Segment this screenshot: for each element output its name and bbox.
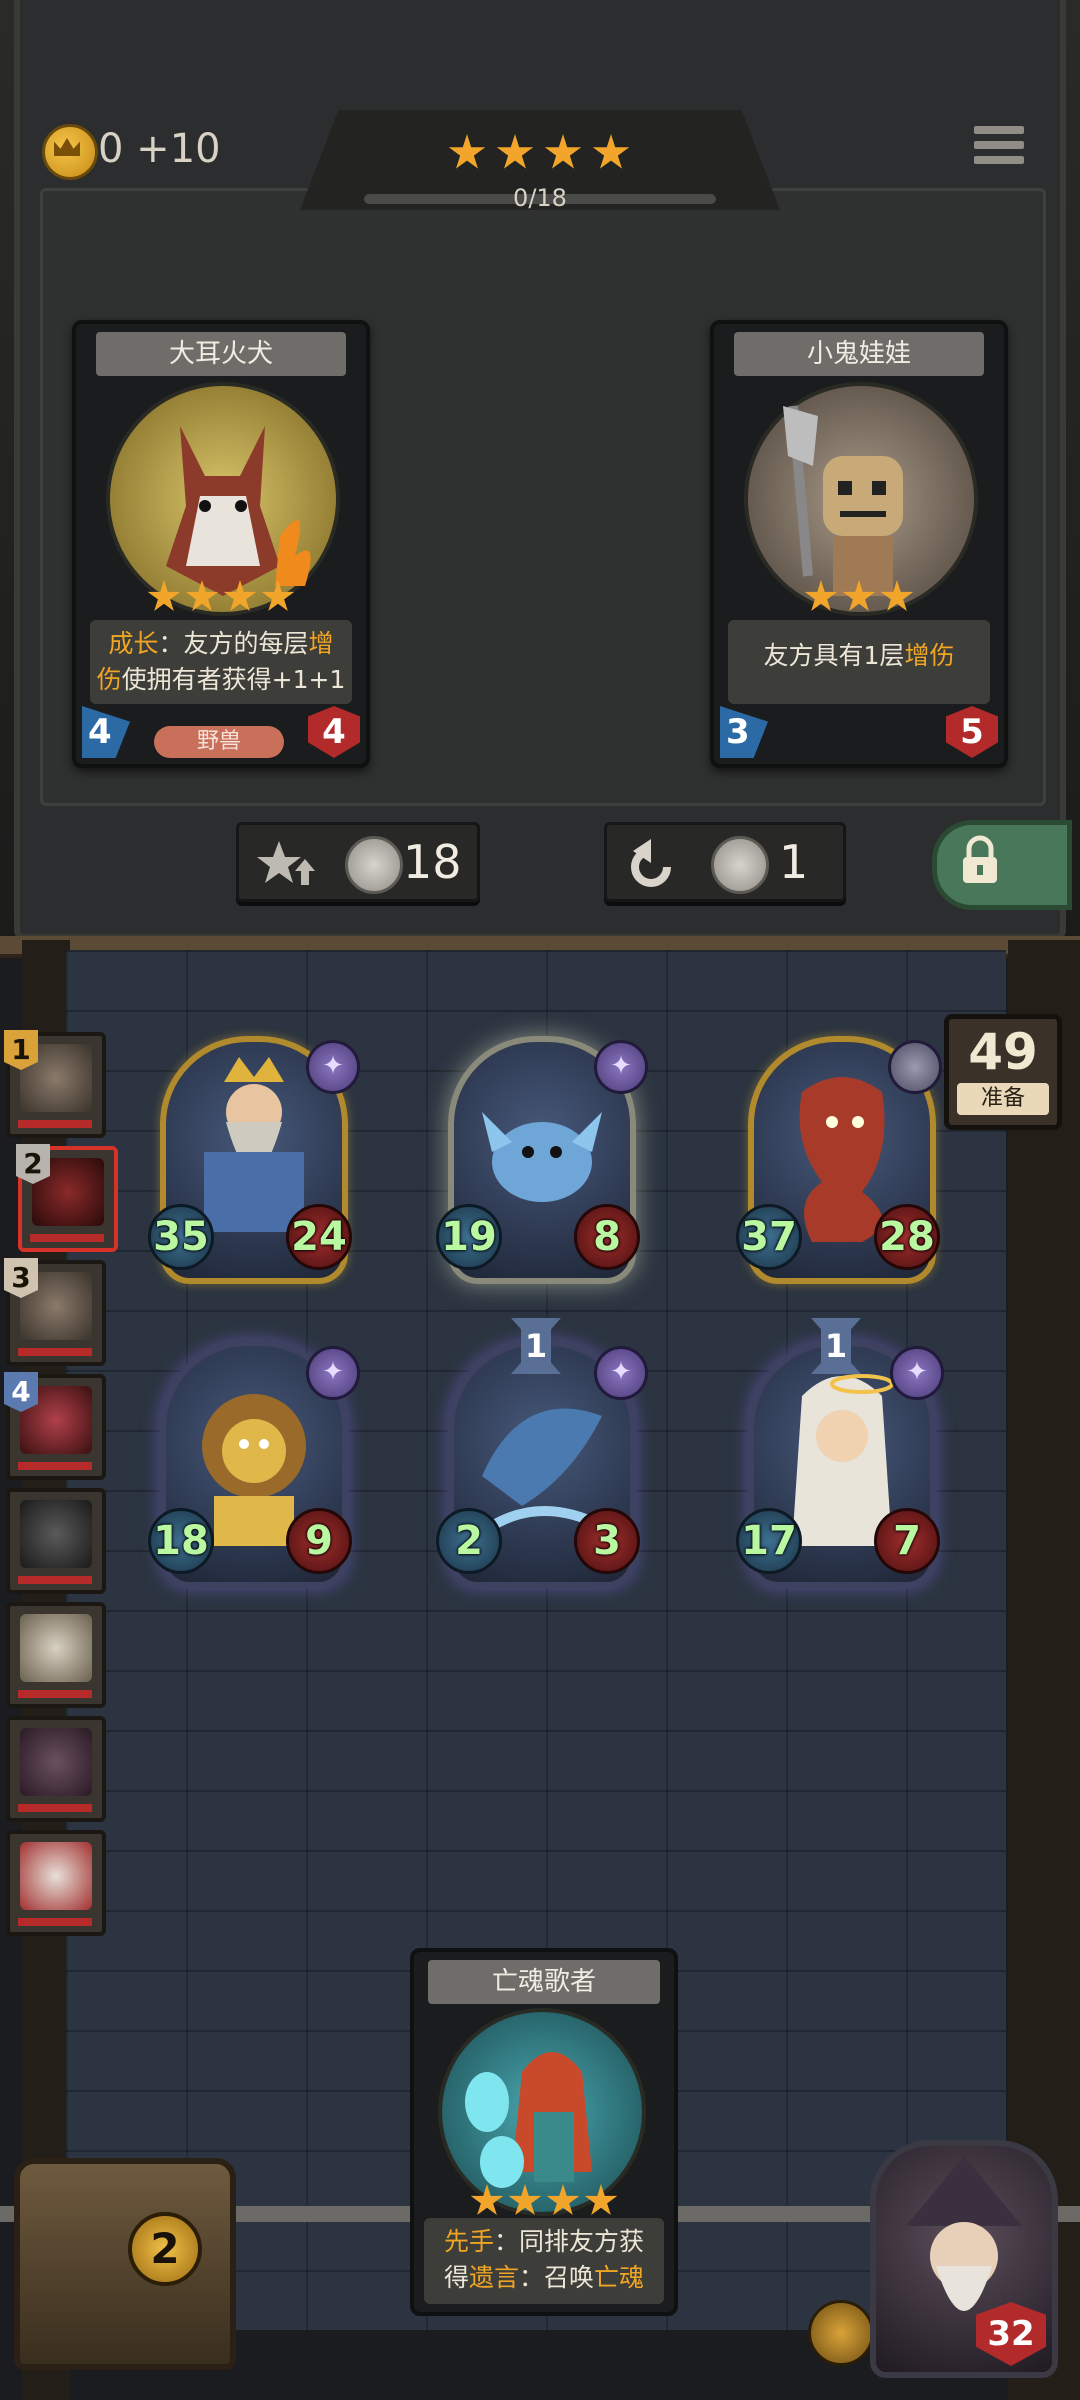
opponent-rank: 1 xyxy=(4,1030,38,1070)
chest-count: 2 xyxy=(128,2212,202,2286)
opponent-health-bar xyxy=(18,1918,92,1926)
crown-coin-icon xyxy=(711,836,769,894)
card-name: 亡魂歌者 xyxy=(428,1960,660,2004)
crown-coin-icon xyxy=(345,836,403,894)
desc-text: 使拥有者获得+1+1 xyxy=(121,665,346,694)
opponent-7[interactable] xyxy=(6,1716,106,1822)
lock-icon xyxy=(963,835,997,883)
desc-text: ：同排友方获 xyxy=(494,2227,645,2256)
attack-stat: 18 xyxy=(148,1508,214,1574)
card-description: 友方具有1层增伤 xyxy=(728,620,990,704)
opponent-avatar xyxy=(20,1500,92,1568)
refresh-cost: 1 xyxy=(779,835,809,889)
timer-label: 准备 xyxy=(957,1083,1049,1115)
shop-card-1[interactable]: 大耳火犬 成长：友方的每层增 伤使拥有者获得+1+1 4 4 野兽 xyxy=(72,320,370,768)
opponent-4[interactable]: 4 xyxy=(4,1372,106,1480)
refresh-icon xyxy=(631,839,671,887)
opponent-health-bar xyxy=(18,1348,92,1356)
opponent-2[interactable]: 2 xyxy=(16,1144,118,1252)
health-badge: 4 xyxy=(308,706,360,758)
desc-text: ：友方的每层 xyxy=(158,629,309,658)
tier-progress-text: 0/18 xyxy=(513,184,567,212)
health-stat: 7 xyxy=(874,1508,940,1574)
opponent-rank: 2 xyxy=(16,1144,50,1184)
health-stat: 8 xyxy=(574,1204,640,1270)
keyword-ghost: 亡魂 xyxy=(594,2263,645,2292)
hero-power-icon[interactable] xyxy=(808,2300,874,2366)
tribe-label: 野兽 xyxy=(154,726,284,758)
gem-icon: ✦ xyxy=(890,1346,944,1400)
keyword-deathrattle: 遗言 xyxy=(468,2263,519,2292)
opponent-health-bar xyxy=(18,1120,92,1128)
opponent-3[interactable]: 3 xyxy=(4,1258,106,1366)
bird-icon xyxy=(888,1040,942,1094)
desc-text: 友方具有1层 xyxy=(763,641,905,670)
chest-icon[interactable] xyxy=(14,2158,236,2370)
gem-icon: ✦ xyxy=(306,1346,360,1400)
opponent-health-bar xyxy=(18,1462,92,1470)
upgrade-tavern-button[interactable]: 18 xyxy=(236,822,480,902)
keyword-damage-up: 增伤 xyxy=(904,641,955,670)
health-stat: 3 xyxy=(574,1508,640,1574)
card-name: 小鬼娃娃 xyxy=(734,332,984,376)
turn-timer: 49 准备 xyxy=(944,1014,1062,1130)
menu-icon[interactable] xyxy=(974,126,1024,176)
gold-display: 0 +10 xyxy=(98,124,221,174)
card-description: 先手：同排友方获 得遗言：召唤亡魂 xyxy=(424,2218,664,2304)
health-badge: 5 xyxy=(946,706,998,758)
attack-stat: 35 xyxy=(148,1204,214,1270)
gem-icon: ✦ xyxy=(306,1040,360,1094)
keyword-growth: 成长 xyxy=(108,629,159,658)
opponent-health-bar xyxy=(30,1234,104,1242)
opponent-5[interactable] xyxy=(6,1488,106,1594)
card-stars xyxy=(76,580,366,618)
opponent-avatar xyxy=(20,1614,92,1682)
upgrade-cost: 18 xyxy=(403,835,462,889)
shop-card-2[interactable]: 小鬼娃娃 友方具有1层增伤 3 5 xyxy=(710,320,1008,768)
keyword-damage-part: 增 xyxy=(308,629,334,658)
health-stat: 9 xyxy=(286,1508,352,1574)
opponent-avatar xyxy=(20,1728,92,1796)
opponent-rank: 4 xyxy=(4,1372,38,1412)
gem-icon: ✦ xyxy=(594,1040,648,1094)
gold-income: +10 xyxy=(136,126,221,172)
gem-icon: ✦ xyxy=(594,1346,648,1400)
refresh-shop-button[interactable]: 1 xyxy=(604,822,846,902)
card-description: 成长：友方的每层增 伤使拥有者获得+1+1 xyxy=(90,620,352,704)
opponent-avatar xyxy=(20,1842,92,1910)
desc-text: 得 xyxy=(443,2263,469,2292)
keyword-damage-part: 伤 xyxy=(96,665,122,694)
opponent-1[interactable]: 1 xyxy=(4,1030,106,1138)
opponent-health-bar xyxy=(18,1804,92,1812)
attack-stat: 37 xyxy=(736,1204,802,1270)
opponent-8[interactable] xyxy=(6,1830,106,1936)
card-stars xyxy=(714,580,1004,618)
attack-stat: 19 xyxy=(436,1204,502,1270)
card-stars xyxy=(414,2184,674,2222)
opponent-rank: 3 xyxy=(4,1258,38,1298)
card-name: 大耳火犬 xyxy=(96,332,346,376)
freeze-shop-button[interactable] xyxy=(932,820,1072,910)
health-stat: 28 xyxy=(874,1204,940,1270)
hand-card[interactable]: 亡魂歌者 先手：同排友方获 得遗言：召唤亡魂 xyxy=(410,1948,678,2316)
opponent-6[interactable] xyxy=(6,1602,106,1708)
gold-value: 0 xyxy=(98,126,124,172)
desc-text: ：召唤 xyxy=(519,2263,595,2292)
star-upgrade-icon xyxy=(257,841,315,885)
opponent-health-bar xyxy=(18,1576,92,1584)
opponent-health-bar xyxy=(18,1690,92,1698)
attack-badge: 3 xyxy=(720,706,768,758)
keyword-first-strike: 先手 xyxy=(443,2227,494,2256)
health-stat: 24 xyxy=(286,1204,352,1270)
attack-badge: 4 xyxy=(82,706,130,758)
timer-value: 49 xyxy=(968,1023,1038,1081)
attack-stat: 2 xyxy=(436,1508,502,1574)
attack-stat: 17 xyxy=(736,1508,802,1574)
